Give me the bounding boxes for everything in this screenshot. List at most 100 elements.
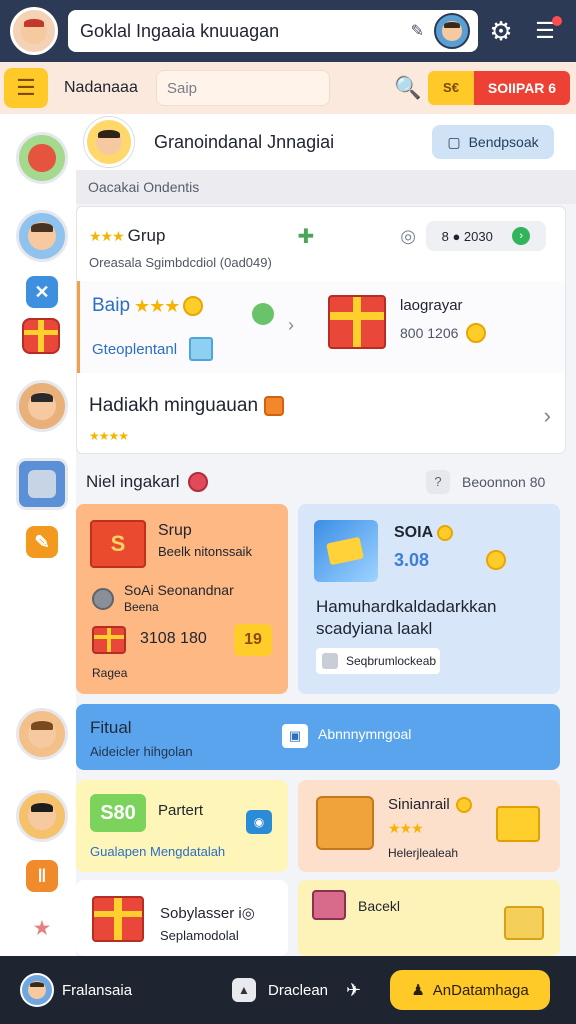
friend-avatar[interactable] (434, 13, 470, 49)
rail-face-2 (28, 222, 56, 250)
gem-icon (187, 472, 208, 492)
event-title: Srup (158, 522, 192, 539)
currency-pill[interactable]: S€ (428, 71, 474, 105)
bottom-left-label[interactable]: Fralansaia (62, 982, 232, 999)
group-name: Grup (127, 226, 166, 245)
gift-title-suffix: i◎ (238, 905, 255, 922)
rail-puzzle-icon[interactable]: ✕ (26, 276, 58, 308)
event-badge[interactable]: 19 (234, 624, 272, 656)
rail-edit-icon[interactable]: ✎ (26, 526, 58, 558)
image-icon: ▣ (282, 724, 308, 748)
rail-star-icon[interactable]: ★ (26, 912, 58, 944)
card-gift[interactable]: Sobylasser i◎ Seplamodolal (76, 880, 288, 956)
rail-face-3 (28, 392, 56, 420)
bottom-bar: Fralansaia ▲ Draclean ✈ ♟ AnDatamhaga (0, 956, 576, 1024)
rail-face-6 (28, 802, 56, 830)
coin-icon (183, 296, 204, 316)
banner-subtitle: Aideicler hihgolan (90, 744, 193, 759)
gift-title: Sobylasser (160, 905, 235, 922)
event-line: SoAi Seonandnar (124, 582, 234, 598)
events-title: Niel ingakarl (86, 472, 180, 491)
event-description: Hamuhardkaldadarkkan scadyiana laakl (316, 597, 497, 638)
chat-icon[interactable] (252, 303, 274, 325)
bottom-avatar[interactable] (20, 973, 54, 1007)
cta-button[interactable]: ♟ AnDatamhaga (390, 970, 550, 1010)
rail-avatar-3[interactable] (16, 380, 68, 432)
group-avatar-face (95, 128, 123, 156)
chest-footer: Helerjlealeah (388, 846, 459, 860)
weekly-gift-row[interactable]: Hadiakh minguauan ★★★★ › (89, 385, 555, 445)
events-header: Niel ingakarl ? Beoonnon 80 (76, 462, 576, 502)
picture-icon (312, 890, 346, 920)
group-card-header: ★★★ Grup ✚ ◎ 8 ● 2030 › (89, 219, 555, 253)
coin-icon (437, 525, 454, 541)
promo-banner[interactable]: Fitual Aideicler hihgolan ▣ Abnnnymngoal (76, 704, 560, 770)
card-partner[interactable]: S80 Partert ◉ Gualapen Mengdatalah (76, 780, 288, 872)
group-stat-chip[interactable]: 8 ● 2030 › (425, 221, 546, 251)
rail-avatar-2[interactable] (16, 210, 68, 262)
rail-avatar-5[interactable] (16, 708, 68, 760)
clipboard-icon: ▢ (447, 133, 461, 150)
coin-icon (455, 796, 472, 813)
gift-subtitle: Seplamodolal (160, 928, 239, 943)
group-subtitle: Oreasala Sgimbdcdiol (0ad049) (89, 255, 272, 270)
group-card[interactable]: ★★★ Grup ✚ ◎ 8 ● 2030 › Oreasala Sgimbdc… (76, 206, 566, 454)
rail-face-5 (28, 720, 56, 748)
group-reward-panel: Baip ★★★ Gteoplentanl › laograyar 800 12… (77, 281, 565, 373)
shop-button[interactable]: SOIIPAR 6 (474, 71, 570, 105)
rail-avatar-4[interactable] (16, 458, 68, 510)
search-icon[interactable]: 🔍 (394, 75, 421, 101)
group-action-button[interactable]: ▢ Bendpsoak (432, 125, 554, 159)
cube-icon (189, 337, 214, 361)
coin-icon (486, 550, 506, 570)
main-content: Granoindanal Jnnagiai ▢ Bendpsoak Oacaka… (76, 114, 576, 956)
menu-button[interactable]: ☰ (4, 68, 48, 108)
rail-pause-icon[interactable]: ‖ (26, 860, 58, 892)
rail-avatar-1[interactable] (16, 132, 68, 184)
profile-avatar[interactable] (10, 7, 58, 55)
bottom-mid-label[interactable]: Draclean (268, 982, 330, 999)
user-icon: ♟ (411, 982, 425, 999)
sub-bar: ☰ Nadanaaa Saip 🔍 S€ SOIIPAR 6 (0, 62, 576, 114)
card-chest[interactable]: Sinianrail ★★★ Helerjlealeah (298, 780, 560, 872)
search-input[interactable]: Saip (156, 70, 330, 106)
send-icon[interactable]: ✈ (346, 980, 376, 1001)
camera-icon[interactable]: ◉ (246, 810, 272, 834)
group-stars: ★★★ (89, 227, 125, 244)
chevron-right-icon[interactable]: › (288, 315, 294, 336)
notifications-icon[interactable]: ☰ (530, 16, 562, 46)
rail-avatar-6[interactable] (16, 790, 68, 842)
bap-label: Baip (92, 295, 131, 316)
friend-face (442, 21, 462, 41)
event-value: 3.08 (394, 550, 430, 570)
rail-face-1 (28, 144, 56, 172)
rail-gift-icon[interactable] (22, 318, 60, 354)
title-text: Goklal Ingaaia knuuagan (80, 20, 280, 41)
gift-title-row: Sobylasser i◎ (160, 904, 255, 922)
card-bacekl[interactable]: Bacekl (298, 880, 560, 956)
chevron-right-icon[interactable]: › (544, 403, 551, 429)
event-card-blue[interactable]: SOIA 3.08 Hamuhardkaldadarkkan scadyiana… (298, 504, 560, 694)
event-chip[interactable]: Seqbrumlockeab (316, 648, 440, 674)
help-icon[interactable]: ? (426, 470, 450, 494)
chest-stars: ★★★ (388, 820, 424, 836)
title-field[interactable]: Goklal Ingaaia knuuagan ✎ (68, 10, 478, 52)
explore-row[interactable]: Gteoplentanl (92, 337, 214, 361)
edit-icon[interactable]: ✎ (411, 21, 424, 41)
event-image (314, 520, 378, 582)
chest-title: Sinianrail (388, 796, 450, 813)
group-action-label: Bendpsoak (468, 134, 539, 150)
bap-stars: ★★★ (134, 295, 180, 316)
reward-value-row: 800 1206 (400, 323, 487, 343)
partner-footer: Gualapen Mengdatalah (90, 844, 226, 859)
gear-icon[interactable]: ⚙ (488, 18, 514, 44)
event-card-orange[interactable]: S Srup Beelk nitonssaik SoAi Seonandnar … (76, 504, 288, 694)
event-title-row: SOIA (394, 524, 454, 542)
puzzle-icon: ✚ (297, 225, 315, 248)
bacekl-title: Bacekl (358, 898, 401, 914)
left-rail: ✕ ✎ ‖ ★ (0, 114, 76, 956)
group-avatar[interactable] (84, 117, 134, 167)
section-label: Oacakai Ondentis (76, 170, 576, 204)
target-icon[interactable]: ◎ (400, 226, 416, 247)
lock-icon[interactable]: ▲ (232, 978, 256, 1002)
